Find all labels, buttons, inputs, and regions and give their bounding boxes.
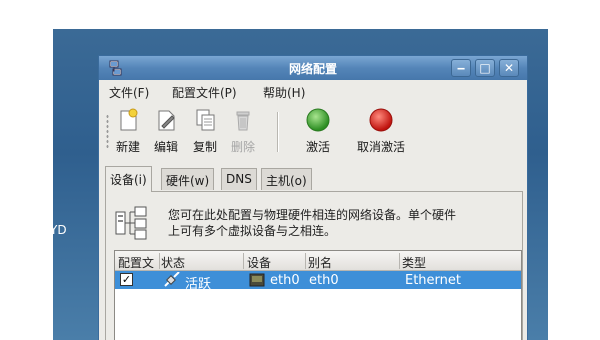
menu-help[interactable]: 帮助(H)	[263, 84, 305, 101]
column-header-profile[interactable]: 配置文	[118, 254, 154, 271]
device-value: eth0	[270, 273, 300, 288]
tab-hardware[interactable]: 硬件(w)	[161, 168, 215, 190]
menu-bar: 文件(F) 配置文件(P) 帮助(H)	[99, 80, 527, 102]
tab-devices[interactable]: 设备(i)	[105, 166, 152, 192]
devices-table: 配置文 状态 设备 别名 类型 ✓ 活跃 eth0 eth0 Ethernet	[114, 250, 522, 340]
type-value: Ethernet	[405, 273, 461, 288]
minimize-button[interactable]: ‒	[451, 59, 471, 77]
table-header: 配置文 状态 设备 别名 类型	[115, 251, 521, 271]
tab-bar: 设备(i) 硬件(w) DNS 主机(o)	[105, 166, 525, 192]
maximize-button[interactable]: □	[475, 59, 495, 77]
toolbar-separator	[277, 112, 279, 152]
new-button[interactable]: 新建	[115, 108, 141, 155]
column-divider	[399, 253, 400, 269]
column-divider	[305, 253, 306, 269]
ethernet-card-icon	[249, 273, 265, 287]
tab-dns[interactable]: DNS	[221, 168, 257, 190]
green-circle-icon	[306, 108, 330, 132]
tab-hosts[interactable]: 主机(o)	[261, 168, 312, 190]
edit-icon	[158, 110, 175, 131]
toolbar-grip-handle[interactable]	[106, 114, 109, 150]
status-value: 活跃	[185, 277, 212, 292]
network-devices-icon	[115, 206, 147, 240]
title-bar[interactable]: 网络配置 ‒ □ ✕	[99, 56, 527, 80]
column-divider	[159, 253, 160, 269]
deactivate-button[interactable]: 取消激活	[357, 108, 405, 155]
copy-button[interactable]: 复制	[192, 108, 218, 155]
info-description: 您可在此处配置与物理硬件相连的网络设备。单个硬件 上可有多个虚拟设备与之相连。	[168, 208, 457, 238]
devices-panel: 您可在此处配置与物理硬件相连的网络设备。单个硬件 上可有多个虚拟设备与之相连。 …	[105, 191, 523, 340]
profile-checkbox[interactable]: ✓	[120, 273, 133, 286]
column-header-type[interactable]: 类型	[402, 254, 426, 271]
trash-icon	[236, 111, 250, 131]
menu-file[interactable]: 文件(F)	[109, 84, 149, 101]
delete-button[interactable]: 删除	[230, 108, 256, 155]
column-header-status[interactable]: 状态	[161, 254, 185, 271]
network-config-window: 网络配置 ‒ □ ✕ 文件(F) 配置文件(P) 帮助(H) 新建 编辑 复制 …	[98, 55, 528, 340]
column-header-alias[interactable]: 别名	[308, 254, 332, 271]
menu-profile[interactable]: 配置文件(P)	[172, 84, 237, 101]
close-button[interactable]: ✕	[499, 59, 519, 77]
activate-button[interactable]: 激活	[305, 108, 331, 155]
column-divider	[243, 253, 244, 269]
red-circle-icon	[369, 108, 393, 132]
column-header-device[interactable]: 设备	[247, 254, 271, 271]
copy-icon	[196, 109, 215, 131]
edit-button[interactable]: 编辑	[153, 108, 179, 155]
table-row[interactable]: ✓ 活跃 eth0 eth0 Ethernet	[115, 271, 521, 292]
toolbar: 新建 编辑 复制 删除 激活 取消激活	[99, 104, 527, 160]
alias-value: eth0	[309, 273, 339, 288]
new-document-icon	[120, 108, 138, 131]
connection-status-icon	[164, 272, 180, 287]
desktop-partial-text: YD	[50, 223, 67, 237]
